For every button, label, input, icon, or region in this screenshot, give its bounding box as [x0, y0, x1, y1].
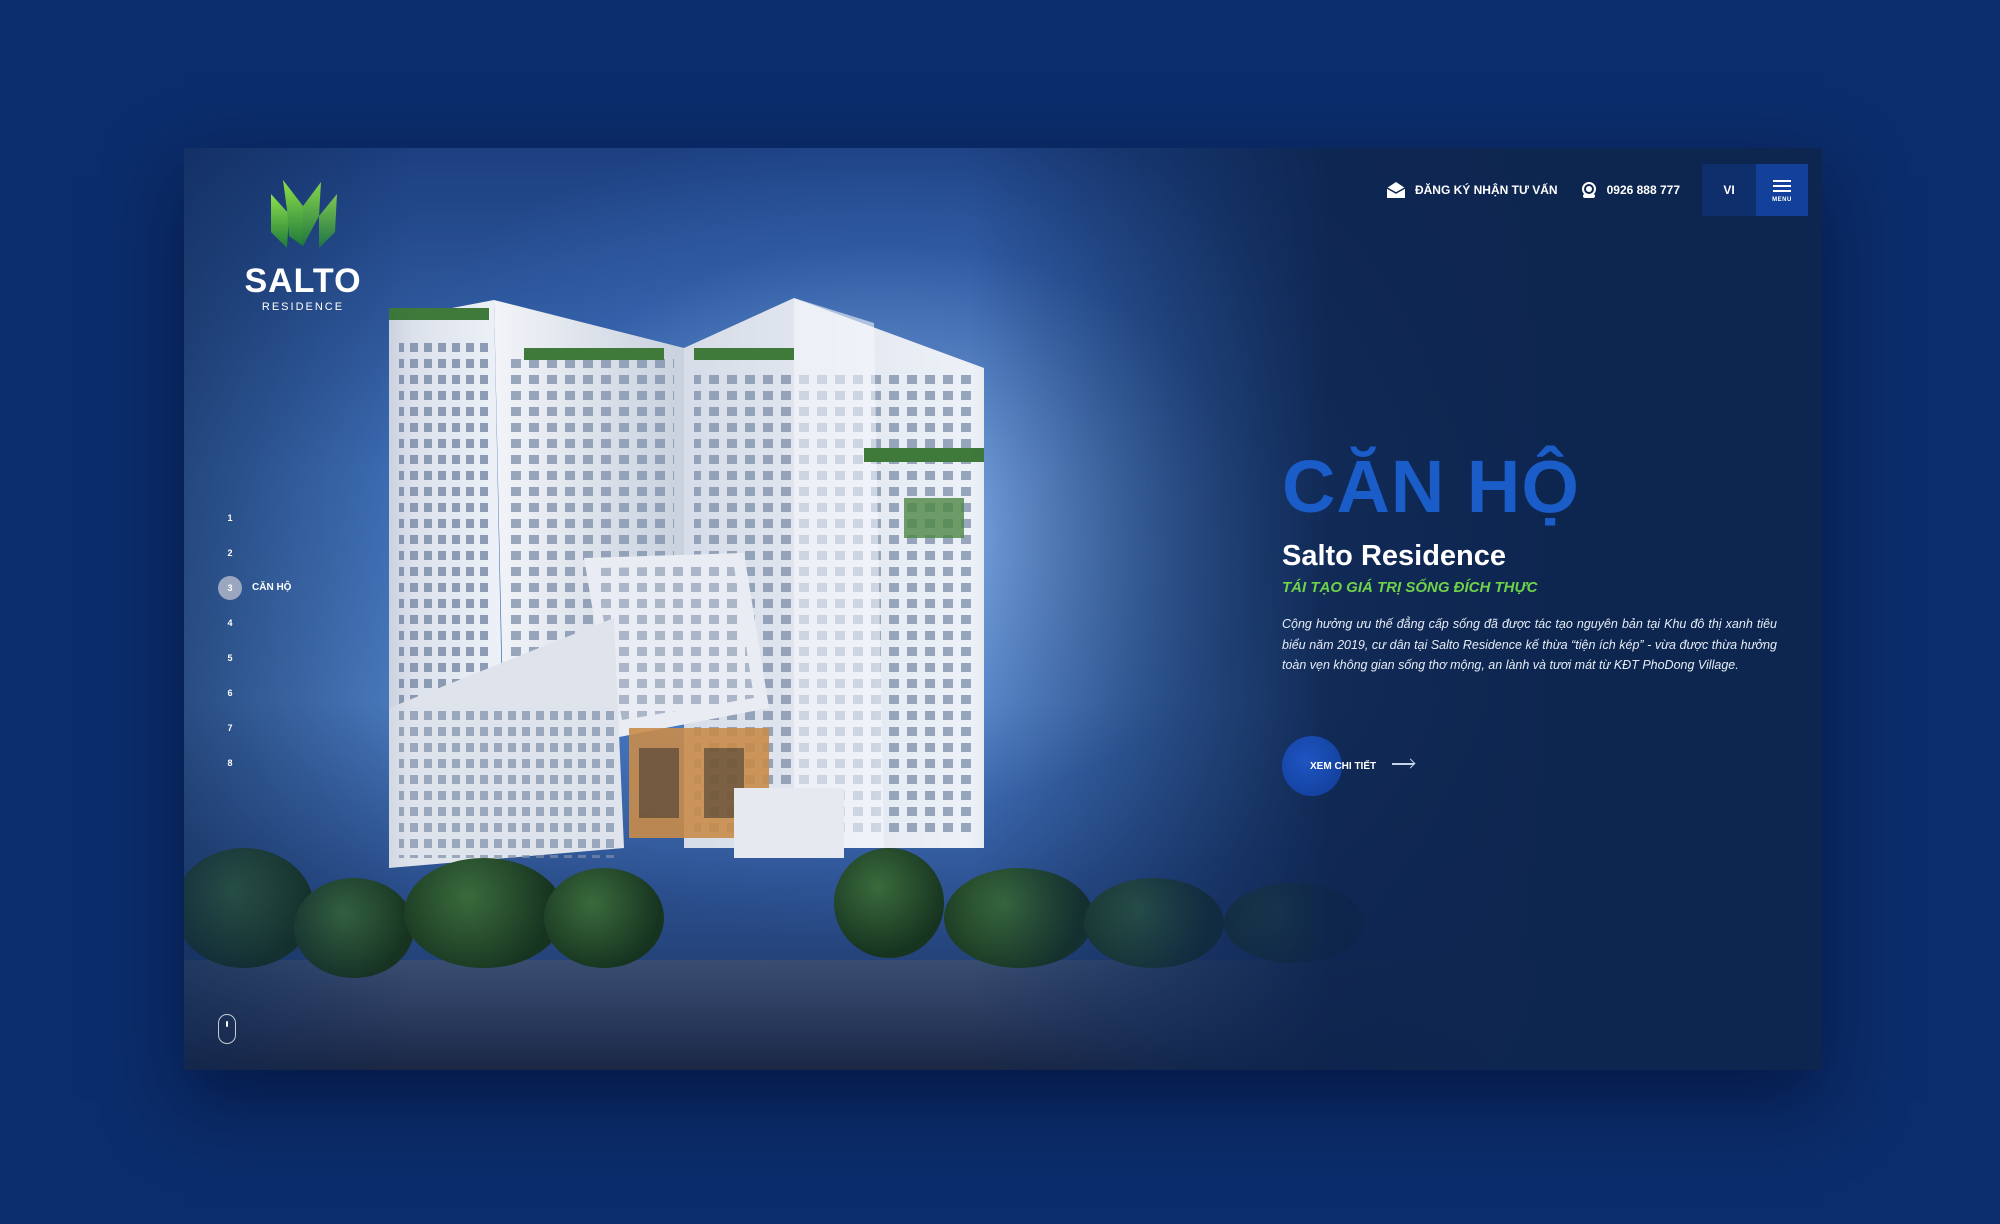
pagination-number: 2 — [227, 547, 233, 558]
brand-logo[interactable]: SALTO RESIDENCE — [230, 176, 376, 313]
pagination-label: CĂN HỘ — [252, 582, 292, 593]
headset-icon — [1581, 182, 1596, 198]
pagination-item-8[interactable]: 8 — [218, 745, 338, 780]
arrow-right-icon — [1392, 763, 1414, 765]
envelope-icon — [1386, 182, 1406, 198]
pagination-number: 6 — [227, 687, 233, 698]
logo-subtitle: RESIDENCE — [261, 301, 345, 313]
pagination-item-4[interactable]: 4 — [218, 605, 338, 640]
language-switcher[interactable]: VI — [1702, 164, 1756, 216]
view-details-label: XEM CHI TIẾT — [1310, 761, 1377, 772]
pagination-item-6[interactable]: 6 — [218, 675, 338, 710]
pagination-number: 3 — [218, 575, 242, 600]
hotline-number: 0926 888 777 — [1606, 183, 1680, 197]
pagination-number: 4 — [227, 617, 233, 628]
pagination-number: 5 — [227, 652, 233, 663]
hero-content: CĂN HỘ Salto Residence TÁI TẠO GIÁ TRỊ S… — [1282, 444, 1777, 796]
pagination-item-1[interactable]: 1 — [218, 500, 338, 535]
hotline-link[interactable]: 0926 888 777 — [1580, 181, 1680, 199]
description: Cộng hưởng ưu thế đẳng cấp sống đã được … — [1282, 617, 1777, 672]
view-details-button[interactable]: XEM CHI TIẾT — [1282, 736, 1442, 800]
menu-label: MENU — [1772, 197, 1792, 203]
scroll-down-mouse-icon[interactable] — [218, 1014, 236, 1044]
pagination-number: 1 — [227, 512, 233, 523]
section-pagination: 1 2 3 CĂN HỘ 4 5 6 7 8 — [218, 500, 338, 780]
tagline: TÁI TẠO GIÁ TRỊ SỐNG ĐÍCH THỰC — [1282, 579, 1538, 596]
hero-section: SALTO RESIDENCE ĐĂNG KÝ NHẬN TƯ VẤN 0926… — [184, 148, 1822, 1070]
pagination-item-5[interactable]: 5 — [218, 640, 338, 675]
hamburger-icon — [1773, 177, 1791, 195]
pagination-number: 7 — [227, 722, 233, 733]
section-title: CĂN HỘ — [1282, 445, 1580, 528]
register-consult-link[interactable]: ĐĂNG KÝ NHẬN TƯ VẤN — [1386, 181, 1558, 199]
pagination-item-2[interactable]: 2 — [218, 535, 338, 570]
salto-leaf-icon — [271, 180, 337, 248]
project-name: Salto Residence — [1282, 540, 1507, 572]
register-consult-label: ĐĂNG KÝ NHẬN TƯ VẤN — [1414, 183, 1558, 197]
logo-name: SALTO — [244, 262, 362, 300]
top-bar: ĐĂNG KÝ NHẬN TƯ VẤN 0926 888 777 VI MENU — [1386, 164, 1808, 216]
pagination-item-7[interactable]: 7 — [218, 710, 338, 745]
pagination-number: 8 — [227, 757, 233, 768]
pagination-item-3[interactable]: 3 CĂN HỘ — [218, 570, 338, 605]
menu-button[interactable]: MENU — [1756, 164, 1808, 216]
